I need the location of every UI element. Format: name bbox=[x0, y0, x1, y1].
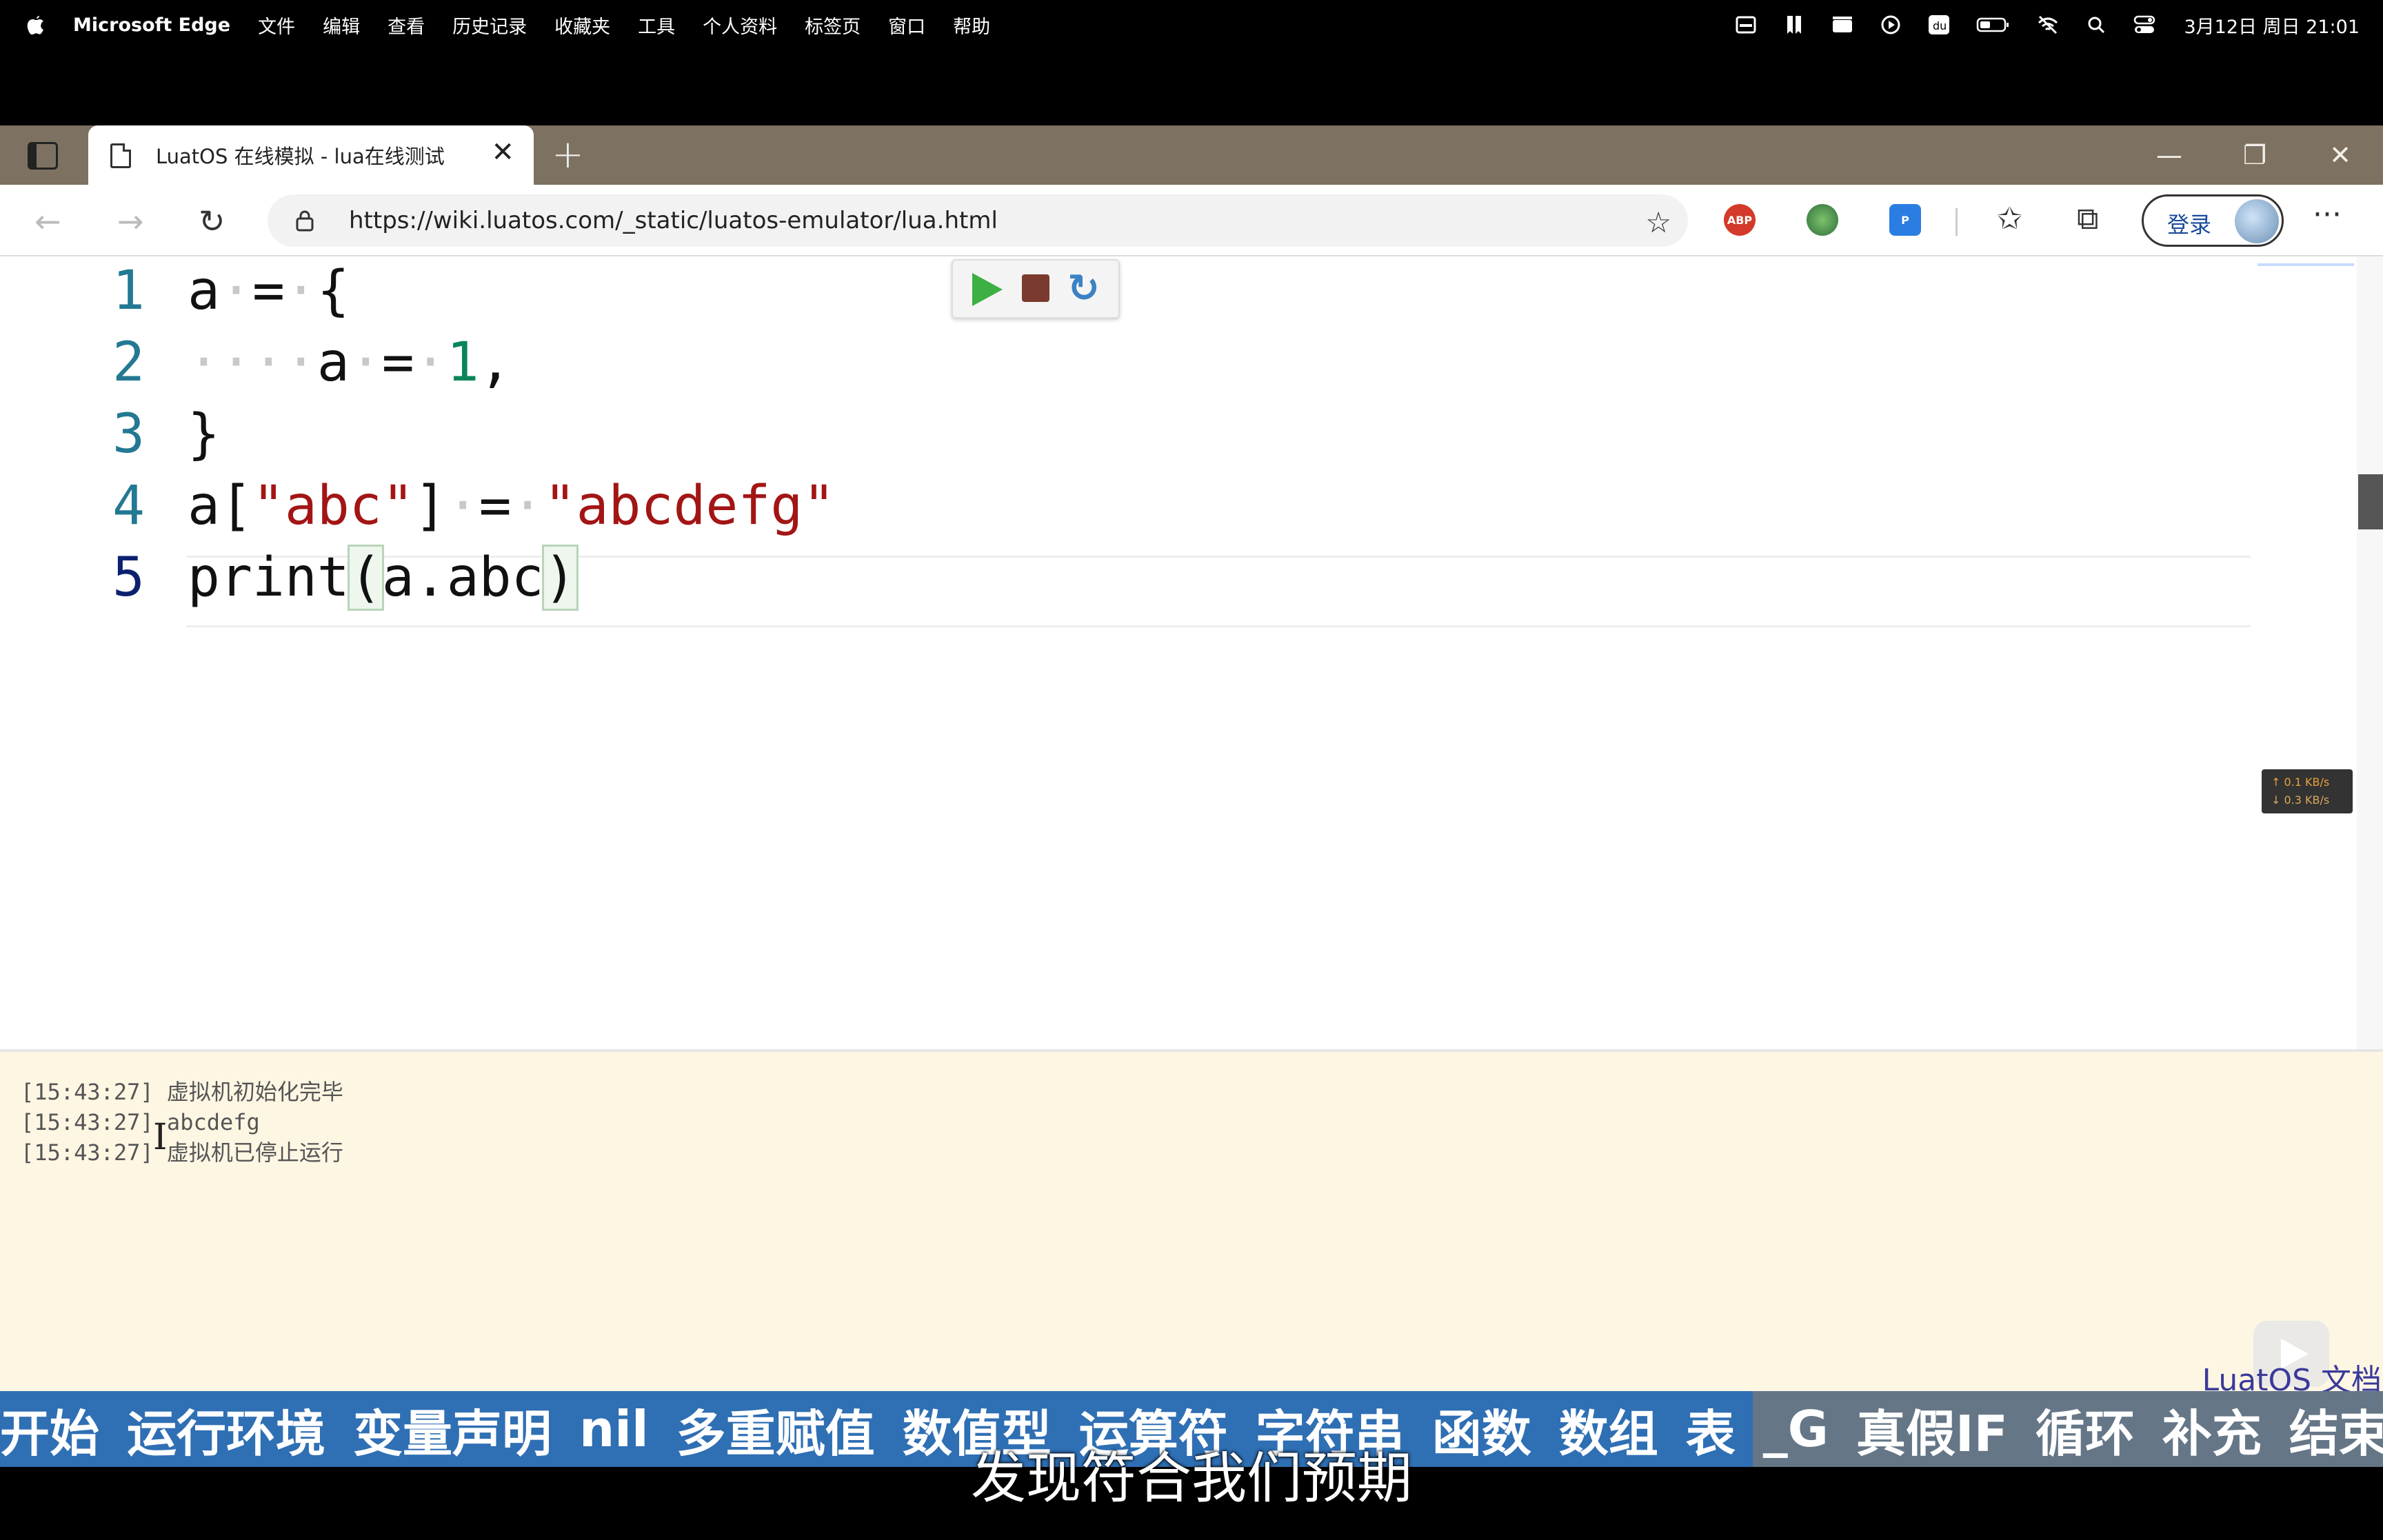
control-center-icon[interactable] bbox=[2133, 13, 2156, 37]
new-tab-icon[interactable]: + bbox=[552, 132, 584, 177]
toolbar-divider bbox=[1955, 208, 1958, 236]
app-menu: 文件 编辑 查看 历史记录 收藏夹 工具 个人资料 标签页 窗口 帮助 bbox=[230, 12, 990, 39]
back-arrow-icon[interactable]: ← bbox=[34, 203, 61, 240]
page-icon bbox=[110, 143, 131, 168]
run-toolbar: ↻ bbox=[952, 259, 1120, 318]
favorites-icon[interactable]: ✩ bbox=[1997, 201, 2022, 236]
clock[interactable]: 3月12日 周日 21:01 bbox=[2184, 12, 2360, 39]
line-number: 4 bbox=[112, 475, 145, 537]
text-cursor-icon: I bbox=[153, 1117, 168, 1158]
adblock-label: ABP bbox=[1727, 213, 1753, 227]
run-icon[interactable] bbox=[972, 273, 1003, 306]
forward-arrow-icon[interactable]: → bbox=[117, 203, 144, 240]
macos-menubar: Microsoft Edge 文件 编辑 查看 历史记录 收藏夹 工具 个人资料… bbox=[0, 0, 2383, 50]
play-circle-icon[interactable] bbox=[1879, 13, 1902, 37]
address-bar[interactable]: https://wiki.luatos.com/_static/luatos-e… bbox=[268, 194, 1688, 247]
minimize-icon[interactable]: — bbox=[2126, 125, 2212, 185]
login-label: 登录 bbox=[2167, 212, 2212, 238]
close-tab-icon[interactable]: ✕ bbox=[491, 136, 514, 168]
menu-profile[interactable]: 个人资料 bbox=[703, 12, 777, 39]
more-icon[interactable]: ··· bbox=[2313, 197, 2342, 232]
log-line: [15:43:27] abcdefg bbox=[21, 1109, 260, 1135]
line-number: 1 bbox=[112, 260, 145, 322]
menu-history[interactable]: 历史记录 bbox=[452, 12, 527, 39]
scrollbar-thumb[interactable] bbox=[2358, 474, 2383, 529]
stop-icon[interactable] bbox=[1022, 274, 1049, 302]
code-line[interactable]: 4 a["abc"]·=·"abcdefg" bbox=[0, 472, 2275, 540]
login-button[interactable]: 登录 bbox=[2142, 194, 2284, 247]
code-text: } bbox=[188, 403, 220, 465]
code-editor[interactable]: 1 a·=·{ 2 ····a·=·1, 3 } 4 a["abc"]·=·"a… bbox=[0, 256, 2383, 1052]
scrollbar-track[interactable] bbox=[2357, 256, 2383, 1049]
collections-icon[interactable]: ⧉ bbox=[2077, 201, 2098, 236]
refresh-icon[interactable]: ↻ bbox=[199, 203, 225, 240]
code-line[interactable]: 5 print(a.abc) bbox=[0, 543, 2275, 612]
adblock-plus-icon[interactable]: ABP bbox=[1724, 204, 1756, 236]
console-output[interactable]: [15:43:27] 虚拟机初始化完毕 [15:43:27] abcdefg [… bbox=[0, 1052, 2383, 1398]
code-line[interactable]: 2 ····a·=·1, bbox=[0, 328, 2275, 397]
code-line[interactable]: 1 a·=·{ bbox=[0, 256, 2275, 325]
video-subtitle: 发现符合我们预期 bbox=[971, 1446, 1412, 1510]
download-speed: ↓ 0.3 KB/s bbox=[2271, 793, 2330, 807]
translate-extension-icon[interactable]: P bbox=[1889, 204, 1921, 236]
code-line[interactable]: 3 } bbox=[0, 400, 2275, 469]
url-text[interactable]: https://wiki.luatos.com/_static/luatos-e… bbox=[349, 207, 998, 234]
code-text: print(a.abc) bbox=[188, 545, 579, 611]
vertical-tabs-icon[interactable] bbox=[28, 142, 58, 170]
code-text: a["abc"]·=·"abcdefg" bbox=[188, 475, 836, 537]
menu-favorites[interactable]: 收藏夹 bbox=[554, 12, 610, 39]
code-text: a·=·{ bbox=[188, 260, 350, 322]
search-icon[interactable] bbox=[2084, 13, 2108, 37]
clapper-icon[interactable] bbox=[1831, 13, 1854, 37]
log-line: [15:43:27] 虚拟机已停止运行 bbox=[21, 1139, 343, 1166]
svg-text:du: du bbox=[1933, 19, 1947, 32]
wifi-off-icon[interactable] bbox=[2036, 13, 2060, 37]
menu-help[interactable]: 帮助 bbox=[953, 12, 990, 39]
restore-icon[interactable]: ❐ bbox=[2212, 125, 2297, 185]
code-text: ····a·=·1, bbox=[188, 332, 512, 394]
menu-window[interactable]: 窗口 bbox=[888, 12, 925, 39]
input-method-icon[interactable]: du bbox=[1927, 13, 1951, 37]
battery-icon bbox=[1975, 13, 2011, 37]
apple-icon[interactable] bbox=[25, 13, 46, 37]
add-favorite-icon[interactable]: ☆ bbox=[1645, 205, 1671, 239]
menu-edit[interactable]: 编辑 bbox=[323, 12, 360, 39]
line-number: 5 bbox=[112, 547, 145, 609]
tab-luatos-emulator[interactable]: LuatOS 在线模拟 - lua在线测试 ✕ bbox=[88, 125, 534, 185]
app-name[interactable]: Microsoft Edge bbox=[73, 14, 230, 36]
tab-strip: LuatOS 在线模拟 - lua在线测试 ✕ + — ❐ ✕ bbox=[0, 125, 2383, 185]
line-number: 2 bbox=[112, 332, 145, 394]
globe-extension-icon[interactable] bbox=[1807, 204, 1838, 236]
toolbar: ← → ↻ https://wiki.luatos.com/_static/lu… bbox=[0, 185, 2383, 256]
lock-icon[interactable] bbox=[295, 210, 314, 232]
bartender-icon[interactable] bbox=[1734, 13, 1758, 37]
menu-tabs[interactable]: 标签页 bbox=[805, 12, 861, 39]
upload-speed: ↑ 0.1 KB/s bbox=[2271, 776, 2330, 789]
menu-view[interactable]: 查看 bbox=[388, 12, 425, 39]
avatar bbox=[2235, 199, 2279, 243]
reload-icon[interactable]: ↻ bbox=[1067, 266, 1100, 311]
tab-title: LuatOS 在线模拟 - lua在线测试 bbox=[156, 145, 445, 168]
close-window-icon[interactable]: ✕ bbox=[2297, 125, 2383, 185]
log-line: [15:43:27] 虚拟机初始化完毕 bbox=[21, 1079, 343, 1105]
network-speed-widget: ↑ 0.1 KB/s ↓ 0.3 KB/s bbox=[2262, 769, 2353, 813]
line-number: 3 bbox=[112, 403, 145, 465]
status-tray: du 3月12日 周日 21:01 bbox=[1709, 0, 2360, 50]
menu-file[interactable]: 文件 bbox=[258, 12, 295, 39]
window-controls: — ❐ ✕ bbox=[2126, 125, 2383, 185]
menu-tools[interactable]: 工具 bbox=[638, 12, 675, 39]
bookmark-app-icon[interactable] bbox=[1782, 13, 1806, 37]
